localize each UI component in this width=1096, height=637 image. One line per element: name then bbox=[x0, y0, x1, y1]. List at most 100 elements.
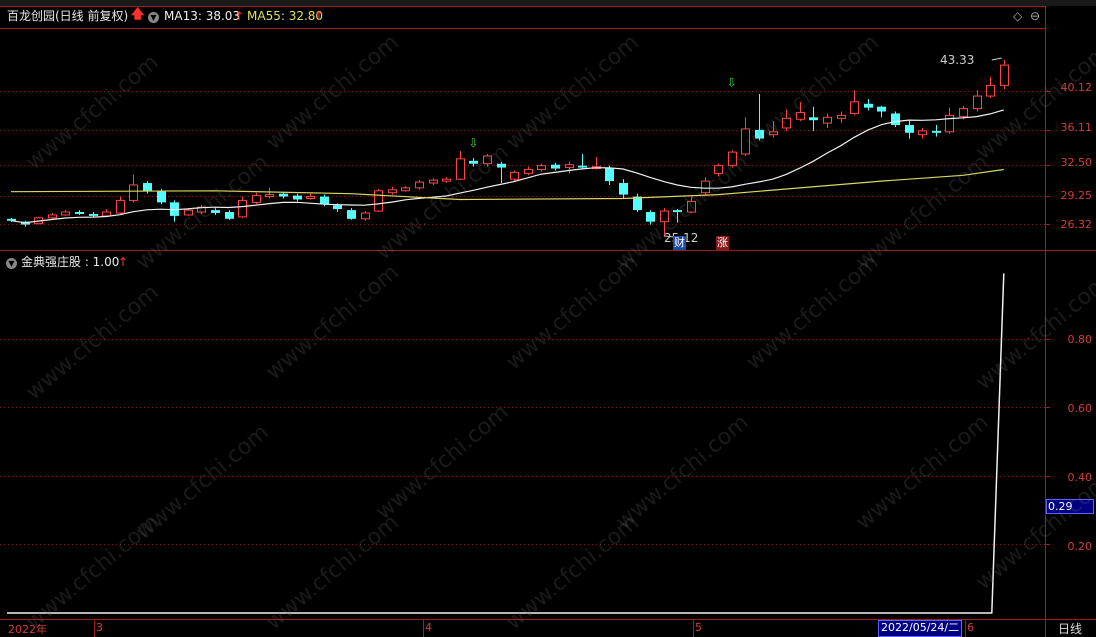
price-tick: 26.32 bbox=[1060, 218, 1093, 231]
ma-settings-icon[interactable]: ▼ bbox=[148, 9, 159, 23]
candle-down bbox=[293, 195, 302, 200]
candle-up bbox=[537, 165, 546, 171]
top-menu-bar[interactable] bbox=[0, 0, 1096, 6]
chart-canvas[interactable]: ⇩⇩ bbox=[0, 0, 1096, 637]
candle-down bbox=[225, 212, 234, 219]
candle-up bbox=[116, 199, 125, 214]
candle-up bbox=[401, 187, 410, 192]
candle-up bbox=[102, 211, 111, 217]
ma13-line bbox=[10, 109, 1004, 224]
crosshair-date-badge: 2022/05/24/二 bbox=[878, 620, 963, 637]
candle-down bbox=[755, 129, 764, 139]
candle-up bbox=[565, 164, 574, 169]
candle-down bbox=[891, 113, 900, 126]
candle-up bbox=[129, 184, 138, 201]
candle-up bbox=[184, 209, 193, 216]
ma55-arrow-icon: ↑ bbox=[314, 9, 325, 23]
candle-down bbox=[333, 205, 342, 210]
limit-up-marker[interactable]: 涨 bbox=[716, 236, 729, 250]
candle-up bbox=[728, 151, 737, 167]
candle-up bbox=[959, 108, 968, 117]
stock-title: 百龙创园(日线 前复权) bbox=[7, 9, 129, 23]
price-tick: 36.11 bbox=[1060, 121, 1093, 134]
ma13-label: MA13: 38.03 bbox=[164, 9, 241, 23]
candle-up bbox=[823, 116, 832, 124]
candle-down bbox=[605, 167, 614, 182]
zoom-icon[interactable]: ⊖ bbox=[1030, 9, 1040, 23]
up-arrow-icon: 🡅 bbox=[131, 7, 145, 22]
ma13-arrow-icon: ↑ bbox=[234, 9, 245, 23]
candle-down bbox=[578, 165, 587, 168]
candle-down bbox=[211, 210, 220, 213]
candle-down bbox=[347, 210, 356, 219]
high-price-label: 43.33 bbox=[940, 53, 975, 67]
date-label: 6 bbox=[967, 621, 974, 634]
date-label: 3 bbox=[96, 621, 103, 634]
candle-down bbox=[551, 164, 560, 169]
candle-down bbox=[75, 212, 84, 214]
candle-up bbox=[796, 111, 805, 120]
candle-up bbox=[687, 200, 696, 213]
candle-up bbox=[660, 210, 669, 223]
candle-up bbox=[61, 211, 70, 216]
high-pointer bbox=[991, 57, 1002, 61]
candle-up bbox=[837, 114, 846, 119]
date-label: 5 bbox=[695, 621, 702, 634]
period-selector[interactable]: 日线 bbox=[1058, 620, 1082, 637]
ma55-label: MA55: 32.80 bbox=[247, 9, 324, 23]
finance-marker[interactable]: 财 bbox=[673, 236, 686, 250]
buy-signal-icon: ⇩ bbox=[468, 136, 478, 150]
buy-signal-icon: ⇩ bbox=[727, 75, 737, 89]
candle-down bbox=[469, 160, 478, 164]
candle-up bbox=[701, 180, 710, 194]
candle-down bbox=[89, 213, 98, 216]
candle-down bbox=[320, 196, 329, 205]
candle-up bbox=[265, 194, 274, 198]
candle-up bbox=[973, 95, 982, 110]
candle-up bbox=[429, 179, 438, 184]
candle-up bbox=[238, 199, 247, 218]
candle-up bbox=[483, 155, 492, 165]
price-tick: 40.12 bbox=[1060, 81, 1093, 94]
candle-up bbox=[769, 131, 778, 136]
candle-down bbox=[143, 183, 152, 191]
candle-up bbox=[918, 130, 927, 136]
indicator-tick: 0.80 bbox=[1067, 333, 1093, 346]
date-label: 4 bbox=[425, 621, 432, 634]
candle-down bbox=[877, 106, 886, 112]
indicator-tick: 0.60 bbox=[1067, 402, 1093, 415]
candle-up bbox=[456, 158, 465, 180]
candle-up bbox=[361, 212, 370, 220]
price-tick: 29.25 bbox=[1060, 189, 1093, 202]
candle-down bbox=[646, 212, 655, 222]
candle-down bbox=[497, 163, 506, 168]
price-tick: 32.50 bbox=[1060, 156, 1093, 169]
diamond-icon[interactable]: ◇ bbox=[1013, 9, 1022, 23]
candle-up bbox=[1000, 64, 1009, 86]
indicator-settings-icon[interactable]: ▼ bbox=[6, 255, 17, 269]
candle-up bbox=[306, 196, 315, 199]
candle-up bbox=[442, 178, 451, 182]
candle-down bbox=[673, 210, 682, 213]
candle-up bbox=[374, 190, 383, 212]
candle-up bbox=[714, 165, 723, 174]
candle-up bbox=[741, 128, 750, 155]
candle-up bbox=[782, 117, 791, 129]
candle-down bbox=[809, 117, 818, 121]
indicator-tick: 0.20 bbox=[1067, 540, 1093, 553]
candle-up bbox=[850, 101, 859, 114]
candle-down bbox=[619, 183, 628, 195]
current-value-badge: 0.29 bbox=[1046, 499, 1094, 514]
indicator-arrow-icon: ↑ bbox=[118, 255, 129, 269]
date-label: 2022年 bbox=[8, 623, 47, 636]
candle-down bbox=[932, 130, 941, 133]
candle-up bbox=[415, 181, 424, 189]
candle-down bbox=[864, 103, 873, 108]
candle-up bbox=[48, 214, 57, 219]
candle-down bbox=[279, 193, 288, 197]
candle-up bbox=[252, 195, 261, 203]
candle-up bbox=[510, 171, 519, 180]
indicator-title: 金典强庄股 : 1.00 bbox=[21, 255, 120, 269]
candle-up bbox=[986, 84, 995, 97]
indicator-tick: 0.40 bbox=[1067, 471, 1093, 484]
